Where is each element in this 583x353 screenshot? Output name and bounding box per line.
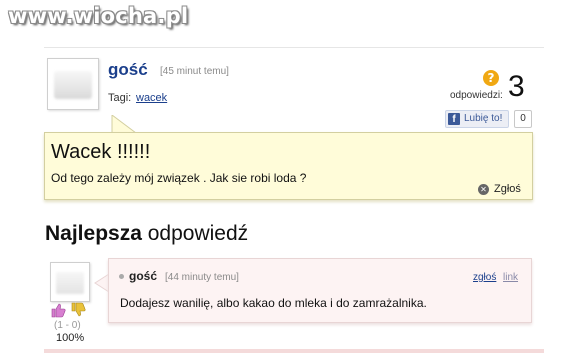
close-circle-icon: ✕ — [478, 184, 489, 195]
vote-stats: (1 - 0) — [54, 320, 81, 331]
answer-report-link[interactable]: zgłoś — [473, 272, 496, 283]
question-box: Wacek !!!!!! Od tego zależy mój związek … — [44, 132, 533, 200]
question-mark-icon: ? — [483, 70, 499, 86]
bullet-icon — [119, 274, 124, 279]
answers-count: 3 — [508, 70, 525, 103]
divider — [44, 47, 544, 48]
answer-avatar — [50, 262, 90, 302]
question-title: Wacek !!!!!! — [51, 141, 151, 163]
tags-label: Tagi: — [108, 92, 132, 104]
tag-link-wacek[interactable]: wacek — [136, 92, 167, 104]
answer-permalink[interactable]: link — [503, 272, 518, 283]
answers-label: odpowiedzi: — [450, 90, 503, 101]
answer-text: Dodajesz wanilię, albo kakao do mleka i … — [120, 296, 427, 310]
best-answer-heading-bold: Najlepsza — [45, 222, 142, 245]
best-answer-box: gość [44 minuty temu] zgłoś link Dodajes… — [108, 258, 532, 323]
best-answer-heading-rest: odpowiedź — [147, 222, 249, 245]
next-item-edge — [44, 349, 544, 353]
site-watermark: www.wiocha.pl — [8, 4, 189, 28]
facebook-like-button[interactable]: f Lubię to! — [445, 110, 509, 128]
question-time: [45 minut temu] — [160, 66, 229, 77]
question-author[interactable]: gość — [108, 60, 148, 80]
like-count: 0 — [514, 110, 532, 128]
answer-time: [44 minuty temu] — [165, 272, 239, 283]
question-text: Od tego zależy mój związek . Jak sie rob… — [51, 171, 307, 185]
answer-author[interactable]: gość — [129, 269, 157, 283]
question-avatar — [47, 58, 99, 110]
like-button-label: Lubię to! — [464, 113, 503, 124]
vote-percent: 100% — [56, 332, 85, 344]
thumbs-up-icon[interactable] — [50, 302, 66, 318]
facebook-icon: f — [448, 113, 460, 125]
report-label: Zgłoś — [494, 183, 521, 195]
thumbs-down-icon[interactable] — [70, 302, 86, 318]
best-answer-heading: Najlepsza odpowiedź — [45, 222, 248, 246]
